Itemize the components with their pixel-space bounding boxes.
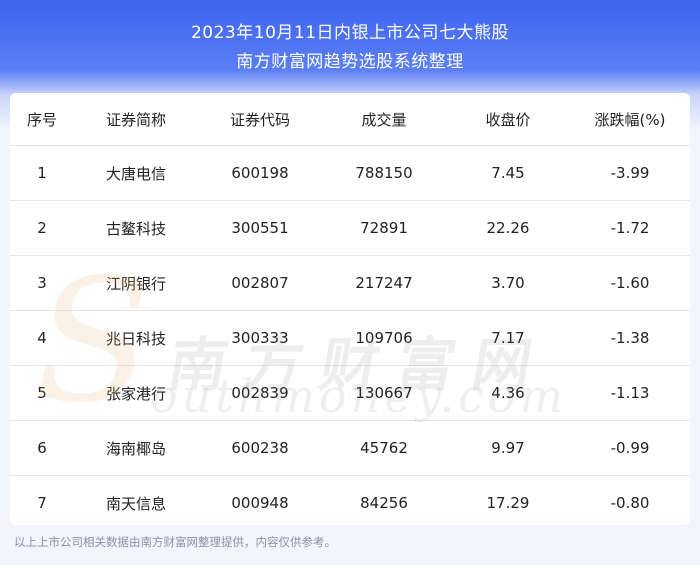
change-pct: -0.99 [610, 439, 650, 457]
stock-code: 600198 [231, 164, 289, 182]
volume: 84256 [360, 494, 408, 512]
volume: 217247 [355, 274, 413, 292]
row-index: 3 [37, 274, 47, 292]
table-row: 1 大唐电信 600198 788150 7.45 -3.99 [10, 146, 690, 201]
column-header-index: 序号 [26, 110, 57, 129]
column-header-code: 证券代码 [229, 110, 290, 129]
table-row: 7 南天信息 000948 84256 17.29 -0.80 [10, 476, 690, 525]
column-header-change-pct: 涨跌幅(%) [594, 110, 666, 129]
stock-code: 002807 [231, 274, 289, 292]
close-price: 7.45 [491, 164, 525, 182]
stock-name: 海南椰岛 [105, 439, 166, 458]
close-price: 4.36 [491, 384, 525, 402]
column-header-volume: 成交量 [361, 110, 407, 129]
table-row: 2 古鳌科技 300551 72891 22.26 -1.72 [10, 201, 690, 256]
row-index: 1 [37, 164, 47, 182]
close-price: 7.17 [491, 329, 525, 347]
close-price: 3.70 [491, 274, 525, 292]
stock-name: 大唐电信 [105, 164, 166, 183]
row-index: 4 [37, 329, 47, 347]
stock-code: 600238 [231, 439, 289, 457]
stock-name: 古鳌科技 [105, 219, 166, 238]
volume: 109706 [355, 329, 413, 347]
table-row: 5 张家港行 002839 130667 4.36 -1.13 [10, 366, 690, 421]
table-header-row: 序号 证券简称 证券代码 成交量 收盘价 涨跌幅(%) [10, 93, 690, 146]
table-row: 6 海南椰岛 600238 45762 9.97 -0.99 [10, 421, 690, 476]
column-header-name: 证券简称 [105, 110, 166, 129]
change-pct: -1.72 [610, 219, 650, 237]
page-subtitle: 南方财富网趋势选股系统整理 [236, 52, 464, 72]
row-index: 2 [37, 219, 47, 237]
change-pct: -3.99 [610, 164, 650, 182]
change-pct: -1.13 [610, 384, 650, 402]
table-row: 4 兆日科技 300333 109706 7.17 -1.38 [10, 311, 690, 366]
volume: 72891 [360, 219, 408, 237]
row-index: 6 [37, 439, 47, 457]
stock-code: 300333 [231, 329, 289, 347]
change-pct: -1.60 [610, 274, 650, 292]
stock-name: 兆日科技 [105, 329, 166, 348]
footer-note: 以上上市公司相关数据由南方财富网整理提供，内容仅供参考。 [14, 535, 336, 549]
volume: 130667 [355, 384, 413, 402]
volume: 788150 [355, 164, 413, 182]
change-pct: -0.80 [610, 494, 650, 512]
page-header: 2023年10月11日内银上市公司七大熊股 南方财富网趋势选股系统整理 [0, 0, 700, 95]
stock-code: 300551 [231, 219, 289, 237]
volume: 45762 [360, 439, 408, 457]
table-row: 3 江阴银行 002807 217247 3.70 -1.60 [10, 256, 690, 311]
stock-code: 000948 [231, 494, 289, 512]
stock-name: 南天信息 [105, 494, 166, 513]
page-title: 2023年10月11日内银上市公司七大熊股 [190, 23, 510, 43]
data-table: 序号 证券简称 证券代码 成交量 收盘价 涨跌幅(%) 1 大唐电信 60019… [10, 93, 690, 525]
row-index: 7 [37, 494, 47, 512]
column-header-close-price: 收盘价 [485, 110, 531, 129]
close-price: 9.97 [491, 439, 525, 457]
close-price: 17.29 [486, 494, 530, 512]
close-price: 22.26 [486, 219, 530, 237]
change-pct: -1.38 [610, 329, 650, 347]
row-index: 5 [37, 384, 47, 402]
stock-code: 002839 [231, 384, 289, 402]
stock-name: 张家港行 [105, 384, 166, 403]
stock-name: 江阴银行 [105, 274, 166, 293]
